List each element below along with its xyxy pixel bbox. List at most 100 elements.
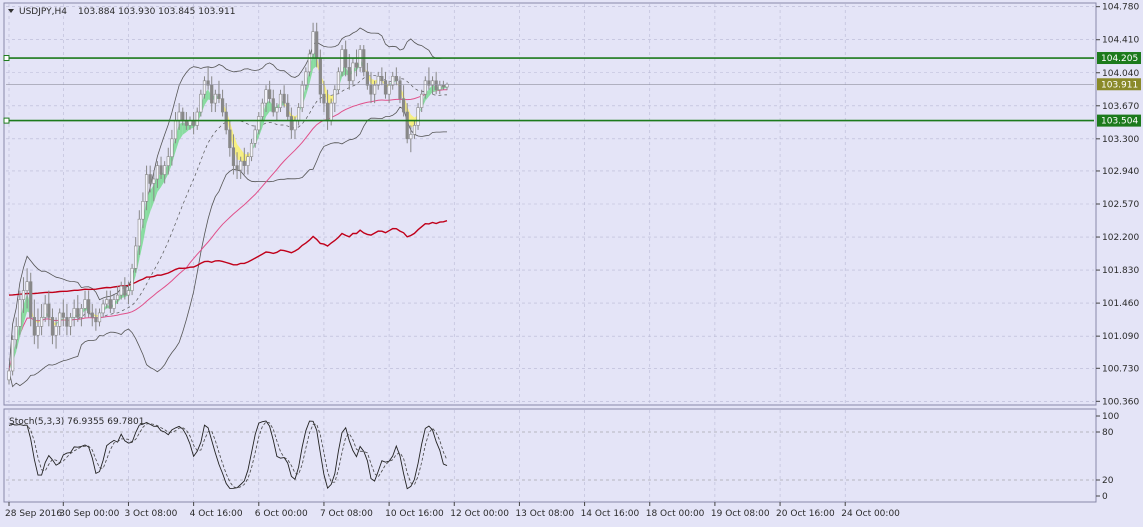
candle-bull	[300, 84, 304, 108]
candle-bear	[181, 111, 185, 122]
line-anchor-handle	[3, 117, 10, 124]
candle-bull	[373, 84, 377, 95]
candle-bull	[199, 93, 203, 113]
candle-bull	[409, 134, 413, 140]
candle-bull	[141, 201, 145, 220]
candle-bull	[376, 76, 380, 86]
candle-bull	[195, 111, 199, 126]
candle-bull	[119, 285, 123, 296]
chart-canvas[interactable]: 104.205 103.504 103.911 104.780 104.410 104.…	[0, 0, 1143, 527]
time-tick-label: 18 Oct 00:00	[646, 509, 705, 519]
candle-bull	[134, 245, 138, 269]
candle-bull	[68, 317, 73, 327]
candle-bull	[144, 174, 149, 202]
chart-header: USDJPY,H4 103.884 103.930 103.845 103.91…	[8, 7, 235, 17]
candle-bear	[380, 76, 384, 82]
candle-bull	[173, 120, 178, 140]
candle-bull	[307, 53, 312, 73]
horizontal-line-price-label: 103.504	[1097, 114, 1141, 127]
candle-bear	[32, 317, 36, 336]
candle-bull	[438, 84, 442, 91]
candle-bull	[126, 290, 131, 296]
ohlc-quotes: 103.884 103.930 103.845 103.911	[78, 7, 235, 17]
candle-bear	[61, 312, 65, 318]
candle-bull	[275, 107, 279, 113]
candle-bear	[123, 285, 127, 296]
candle-bull	[311, 31, 315, 55]
price-tick-label: 100.730	[1102, 364, 1139, 374]
time-tick-label: 24 Oct 00:00	[841, 509, 900, 519]
candle-bull	[412, 125, 417, 135]
horizontal-line-price-label: 104.205	[1097, 52, 1141, 65]
chart-window[interactable]: 104.205 103.504 103.911 104.780 104.410 104.…	[0, 0, 1143, 527]
time-tick-label: 12 Oct 00:00	[450, 509, 509, 519]
candle-bull	[11, 339, 15, 372]
stoch-tick-label: 20	[1102, 476, 1114, 486]
candle-bull	[257, 116, 261, 131]
candle-bull	[7, 370, 11, 381]
candle-bear	[394, 76, 398, 82]
symbol-label: USDJPY,H4	[19, 7, 67, 17]
candle-bull	[54, 326, 58, 336]
current-price-text: 103.911	[1101, 80, 1138, 90]
candle-bull	[333, 89, 337, 104]
price-tick-label: 102.570	[1102, 200, 1139, 210]
price-label-text: 104.205	[1101, 54, 1138, 64]
candle-bull	[246, 156, 250, 166]
candle-bull	[202, 80, 207, 95]
candle-bull	[177, 111, 181, 122]
candle-bear	[362, 49, 366, 73]
candle-bear	[347, 67, 351, 82]
candle-bull	[293, 120, 297, 131]
candle-bull	[101, 303, 105, 314]
candle-bear	[325, 102, 330, 122]
candle-bull	[105, 299, 109, 305]
candle-bear	[65, 317, 69, 327]
candle-bear	[322, 93, 326, 104]
price-tick-label: 104.040	[1102, 69, 1139, 79]
candle-bear	[427, 80, 431, 86]
candle-bull	[423, 80, 427, 95]
candle-bull	[97, 312, 102, 323]
time-tick-label: 19 Oct 08:00	[711, 509, 770, 519]
stochastic-subwindow	[3, 408, 1097, 503]
price-tick-label: 104.410	[1102, 36, 1139, 46]
candle-bull	[170, 138, 174, 157]
price-tick-label: 104.780	[1102, 3, 1139, 13]
candle-bear	[206, 80, 210, 86]
candle-bull	[249, 142, 254, 157]
candle-bear	[383, 80, 388, 95]
candle-bull	[188, 120, 192, 126]
price-axis: 104.780 104.410 104.040 103.670 103.300 102.9…	[1096, 3, 1139, 502]
candle-bear	[405, 111, 409, 140]
stoch-tick-label: 0	[1102, 492, 1108, 502]
candle-bull	[260, 102, 265, 117]
candle-bull	[420, 93, 424, 108]
candle-bull	[351, 62, 355, 82]
candle-bear	[90, 312, 94, 318]
candle-bull	[340, 49, 344, 73]
candle-bear	[87, 299, 91, 314]
price-tick-label: 103.300	[1102, 135, 1139, 145]
candle-bear	[192, 120, 196, 126]
candle-bear	[184, 120, 188, 126]
candle-bull	[416, 107, 420, 126]
candle-bull	[445, 83, 449, 88]
time-tick-label: 13 Oct 08:00	[515, 509, 574, 519]
candle-bull	[304, 71, 308, 86]
candle-bear	[50, 317, 55, 336]
price-tick-label: 101.830	[1102, 266, 1139, 276]
candle-bull	[152, 178, 156, 184]
candle-bear	[369, 84, 373, 95]
candle-bear	[47, 303, 51, 318]
candle-bull	[21, 290, 26, 300]
candle-bear	[235, 165, 239, 171]
candle-bear	[228, 129, 232, 149]
candle-bear	[441, 84, 446, 88]
candle-bull	[166, 156, 170, 166]
candle-bull	[387, 84, 391, 95]
candle-bear	[282, 93, 286, 104]
candle-bull	[253, 129, 257, 144]
candle-bear	[148, 174, 152, 184]
candle-bear	[286, 102, 290, 117]
